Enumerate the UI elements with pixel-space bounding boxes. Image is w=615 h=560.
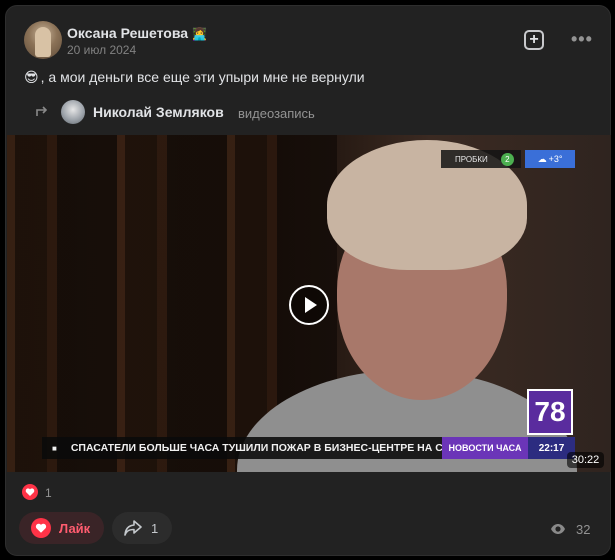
repost-author-name[interactable]: Николай Земляков bbox=[93, 104, 224, 120]
traffic-widget: ПРОБКИ 2 bbox=[441, 150, 521, 168]
emoji-badge-icon: 👩‍💻 bbox=[192, 27, 208, 41]
ellipsis-icon: ••• bbox=[571, 29, 593, 49]
post-text-body: , а мои деньги все еще эти упыри мне не … bbox=[40, 69, 365, 85]
author-name[interactable]: Оксана Решетова bbox=[67, 25, 188, 41]
plus-icon: + bbox=[529, 31, 539, 48]
sunglasses-emoji-icon: 😎 bbox=[24, 69, 39, 85]
channel-logo: 78 bbox=[527, 389, 573, 435]
weather-temp: +3° bbox=[548, 154, 563, 164]
weather-widget: ☁ +3° bbox=[525, 150, 575, 168]
ticker-bullet-icon: ■ bbox=[52, 443, 57, 453]
post-card: Оксана Решетова 👩‍💻 20 июл 2024 + ••• 😎, … bbox=[5, 5, 611, 556]
play-button[interactable] bbox=[289, 285, 329, 325]
reactions-summary[interactable]: 1 bbox=[22, 484, 122, 502]
eye-icon bbox=[551, 524, 565, 534]
views-counter: 32 bbox=[550, 520, 590, 538]
repost-header: Николай Земляков видеозапись bbox=[34, 100, 434, 126]
author-avatar[interactable] bbox=[24, 21, 62, 59]
add-to-bookmarks-button[interactable]: + bbox=[524, 30, 544, 50]
like-label: Лайк bbox=[59, 520, 91, 536]
more-options-button[interactable]: ••• bbox=[571, 29, 593, 50]
ticker-text: СПАСАТЕЛИ БОЛЬШЕ ЧАСА ТУШИЛИ ПОЖАР В БИЗ… bbox=[70, 442, 442, 454]
heart-icon bbox=[31, 518, 51, 538]
video-frame-person bbox=[237, 140, 577, 472]
like-button[interactable]: Лайк bbox=[19, 512, 104, 544]
traffic-level-badge: 2 bbox=[500, 152, 514, 166]
share-count: 1 bbox=[151, 520, 159, 536]
cloud-icon: ☁ bbox=[537, 153, 547, 164]
author-name-row[interactable]: Оксана Решетова 👩‍💻 bbox=[67, 25, 207, 41]
post-date[interactable]: 20 июл 2024 bbox=[67, 43, 136, 57]
video-duration: 30:22 bbox=[567, 452, 604, 468]
traffic-label: ПРОБКИ bbox=[455, 154, 488, 164]
reaction-count: 1 bbox=[45, 486, 52, 500]
repost-avatar[interactable] bbox=[61, 100, 85, 124]
repost-arrow-icon bbox=[36, 106, 48, 116]
video-player[interactable]: ПРОБКИ 2 ☁ +3° 78 ■ СПАСАТЕЛИ БОЛЬШЕ ЧАС… bbox=[7, 135, 611, 472]
post-text: 😎, а мои деньги все еще эти упыри мне не… bbox=[24, 69, 365, 86]
views-count: 32 bbox=[576, 521, 591, 537]
news-label: НОВОСТИ ЧАСА bbox=[442, 437, 528, 459]
news-ticker: ■ СПАСАТЕЛИ БОЛЬШЕ ЧАСА ТУШИЛИ ПОЖАР В Б… bbox=[42, 437, 442, 459]
repost-type-label: видеозапись bbox=[238, 106, 315, 121]
heart-icon bbox=[22, 484, 38, 500]
share-button[interactable]: 1 bbox=[112, 512, 172, 544]
share-arrow-icon bbox=[124, 520, 142, 536]
